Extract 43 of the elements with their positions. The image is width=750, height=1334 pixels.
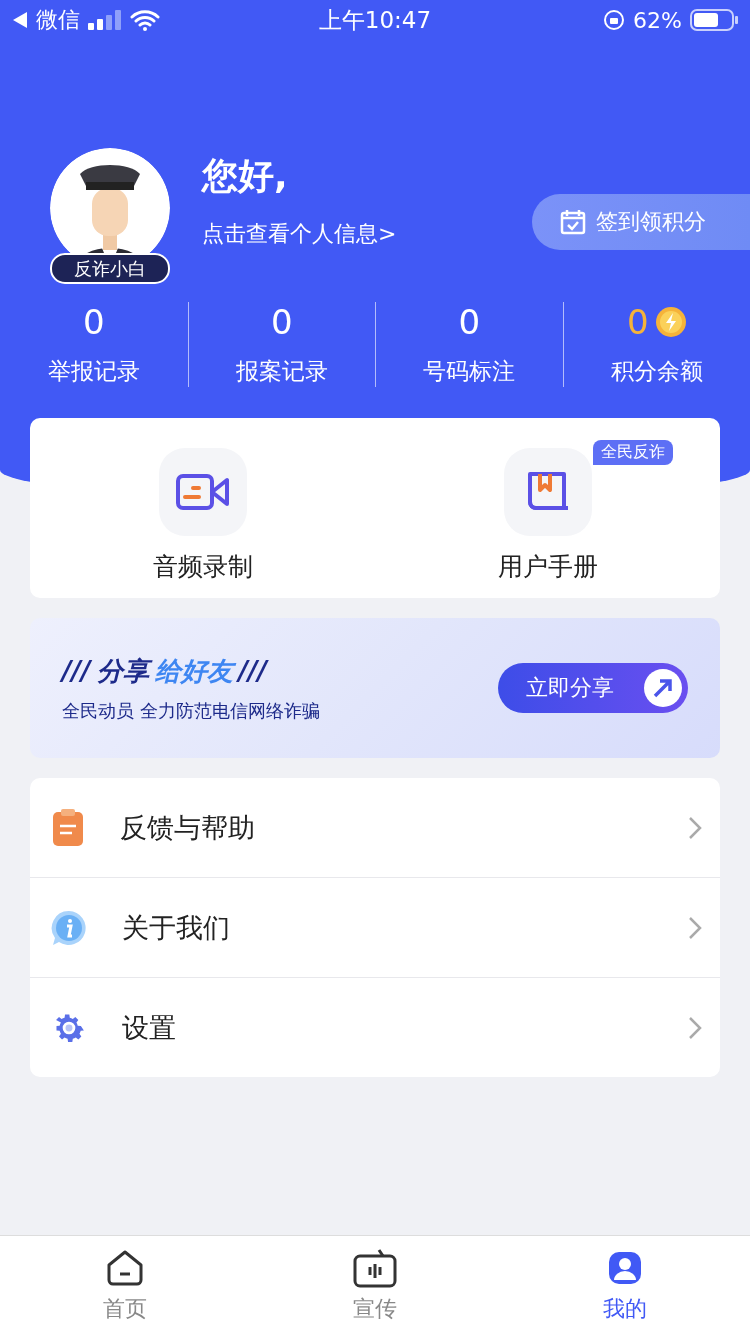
tab[interactable]: 首页 bbox=[0, 1236, 250, 1334]
signal-icon bbox=[88, 10, 122, 30]
stat-value: 0 bbox=[458, 302, 481, 342]
chevron-right-icon bbox=[688, 915, 702, 940]
tv-icon bbox=[353, 1248, 397, 1288]
wifi-icon bbox=[130, 9, 160, 31]
back-label[interactable]: 微信 bbox=[36, 5, 80, 35]
tab[interactable]: 我的 bbox=[500, 1236, 750, 1334]
chevron-right-icon bbox=[688, 1015, 702, 1040]
menu-item[interactable]: 反馈与帮助 bbox=[30, 778, 720, 877]
shortcut-tile[interactable] bbox=[503, 448, 592, 536]
shortcut-label[interactable]: 音频录制 bbox=[152, 550, 253, 583]
stat-label[interactable]: 报案记录 bbox=[235, 356, 328, 387]
info-icon bbox=[50, 908, 88, 947]
user-level-badge: 反诈小白 bbox=[50, 253, 170, 284]
menu-item[interactable]: 设置 bbox=[30, 977, 720, 1077]
calendar-check-icon bbox=[560, 209, 586, 235]
shortcut-tile[interactable] bbox=[158, 448, 247, 536]
coin-icon bbox=[654, 306, 687, 338]
video-camera-icon bbox=[174, 472, 231, 512]
share-button[interactable]: 立即分享 bbox=[498, 663, 688, 713]
status-time: 上午10:47 bbox=[317, 5, 433, 35]
clipboard-icon bbox=[50, 807, 86, 848]
checkin-button[interactable]: 签到领积分 bbox=[532, 194, 750, 250]
stat-label[interactable]: 积分余额 bbox=[610, 356, 703, 387]
stat-value: 0 bbox=[626, 302, 649, 342]
rotation-lock-icon bbox=[603, 9, 626, 31]
shortcut-tag: 全民反诈 bbox=[593, 440, 673, 465]
tab[interactable]: 宣传 bbox=[250, 1236, 500, 1334]
stat-label[interactable]: 号码标注 bbox=[423, 356, 516, 387]
greeting: 您好, bbox=[202, 154, 289, 198]
banner-subtitle: 全民动员 全力防范电信网络诈骗 bbox=[62, 698, 320, 723]
stat-value: 0 bbox=[270, 302, 293, 342]
battery-icon bbox=[690, 9, 738, 31]
back-arrow-icon[interactable] bbox=[12, 11, 28, 29]
chevron-right-icon bbox=[688, 815, 702, 840]
home-icon bbox=[105, 1248, 145, 1288]
shortcut-label[interactable]: 用户手册 bbox=[497, 550, 598, 583]
stat-value: 0 bbox=[82, 302, 105, 342]
profile-link[interactable]: 点击查看个人信息> bbox=[202, 219, 397, 249]
menu-item[interactable]: 关于我们 bbox=[30, 877, 720, 977]
battery-percent: 62% bbox=[633, 7, 682, 33]
stat-label[interactable]: 举报记录 bbox=[47, 356, 140, 387]
